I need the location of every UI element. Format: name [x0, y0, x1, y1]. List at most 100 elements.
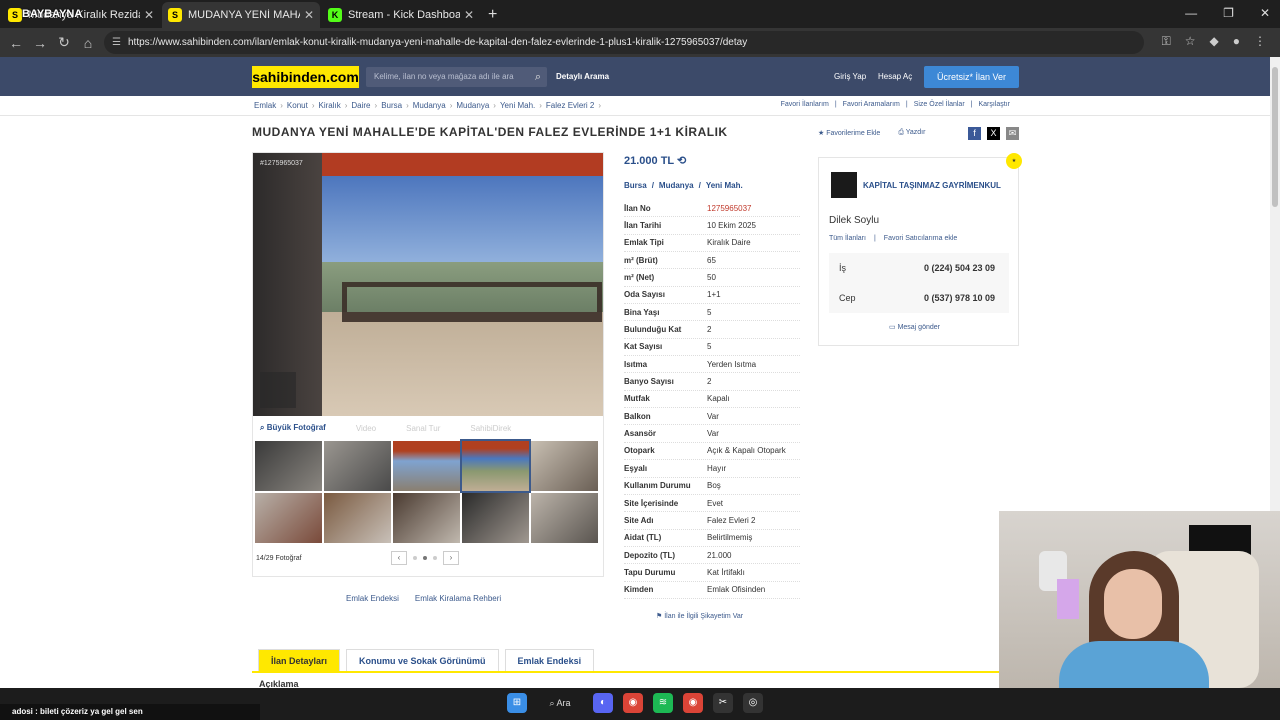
print-link[interactable]: ⎙ Yazdır	[898, 129, 925, 137]
thumbnail[interactable]	[531, 441, 598, 491]
scrollbar-thumb[interactable]	[1272, 67, 1278, 207]
real-estate-index-link[interactable]: Emlak Endeksi	[346, 594, 399, 603]
seller-brand[interactable]: KAPİTAL TAŞINMAZ GAYRİMENKUL	[831, 172, 1001, 198]
thumbnail[interactable]	[255, 441, 322, 491]
breadcrumb-item[interactable]: Bursa	[381, 101, 402, 110]
tab-real-estate-index[interactable]: Emlak Endeksi	[504, 649, 595, 671]
thumbnail[interactable]	[393, 441, 460, 491]
all-listings-link[interactable]: Tüm İlanları	[829, 235, 866, 242]
key-icon[interactable]: ⚿	[1162, 34, 1171, 49]
breadcrumb-item[interactable]: Mudanya	[413, 101, 446, 110]
add-favorite-link[interactable]: ★ Favorilerime Ekle	[818, 129, 880, 137]
tab-underline	[252, 671, 1002, 673]
bookmark-star-icon[interactable]: ☆	[1185, 34, 1196, 49]
rental-guide-link[interactable]: Emlak Kiralama Rehberi	[415, 594, 501, 603]
spec-value: Emlak Ofisinden	[707, 585, 766, 595]
spotify-icon[interactable]: ≋	[653, 693, 673, 713]
site-logo[interactable]: sahibinden.com	[252, 66, 359, 88]
photo-id-label: #1275965037	[260, 160, 303, 167]
site-info-icon[interactable]: ☰	[112, 31, 121, 54]
breadcrumb-item[interactable]: Daire	[351, 101, 370, 110]
menu-icon[interactable]: ⋮	[1254, 34, 1266, 49]
login-link[interactable]: Giriş Yap	[834, 72, 866, 81]
favorite-searches-link[interactable]: Favori Aramalarım	[843, 101, 900, 108]
special-listings-link[interactable]: Size Özel İlanlar	[914, 101, 965, 108]
reload-icon[interactable]: ↻	[52, 34, 76, 51]
discord-icon[interactable]: ◐	[593, 693, 613, 713]
search-icon[interactable]: ⌕	[535, 67, 541, 87]
tab-listing-details[interactable]: İlan Detayları	[258, 649, 341, 671]
chrome-active-icon[interactable]: ◉	[683, 693, 703, 713]
search-input[interactable]: Kelime, ilan no veya mağaza adı ile ara …	[366, 67, 547, 87]
large-photo-button[interactable]: ⌕ Büyük Fotoğraf	[260, 423, 326, 433]
spec-value: Açık & Kapalı Otopark	[707, 446, 786, 456]
spec-value: 50	[707, 273, 716, 283]
favorite-seller-link[interactable]: Favori Satıcılarıma ekle	[884, 235, 958, 242]
back-icon[interactable]: ←	[4, 35, 28, 51]
spec-row: Tapu Durumu Kat İrtifaklı	[624, 564, 800, 582]
chat-overlay: adosi : bileti çözeriz ya gel gel sen	[0, 704, 260, 720]
detailed-search-link[interactable]: Detaylı Arama	[556, 72, 609, 81]
thumbnail[interactable]	[462, 493, 529, 543]
breadcrumb-item[interactable]: Yeni Mah.	[500, 101, 535, 110]
thumbnail[interactable]	[324, 441, 391, 491]
x-icon[interactable]: X	[987, 127, 1000, 140]
description-heading: Açıklama	[259, 679, 299, 688]
favorite-listings-link[interactable]: Favori İlanlarım	[781, 101, 829, 108]
tab-location-street-view[interactable]: Konumu ve Sokak Görünümü	[346, 649, 499, 671]
close-window-icon[interactable]: ✕	[1260, 6, 1270, 20]
obs-icon[interactable]: ◎	[743, 693, 763, 713]
phone-number[interactable]: 0 (224) 504 23 09	[924, 263, 995, 273]
location-city[interactable]: Bursa	[624, 181, 647, 190]
url-field[interactable]: ☰ https://www.sahibinden.com/ilan/emlak-…	[104, 31, 1144, 54]
forward-icon[interactable]: →	[28, 35, 52, 51]
complaint-link[interactable]: ⚑ İlan ile İlgili Şikayetim Var	[656, 612, 743, 620]
close-tab-icon[interactable]: ✕	[464, 8, 474, 22]
home-icon[interactable]: ⌂	[76, 35, 100, 51]
location-neighborhood[interactable]: Yeni Mah.	[706, 181, 743, 190]
phone-label: Cep	[839, 293, 856, 303]
profile-icon[interactable]: ●	[1233, 34, 1240, 49]
phone-row-work: İş 0 (224) 504 23 09	[829, 253, 1009, 283]
spec-key: Banyo Sayısı	[624, 377, 674, 387]
breadcrumb-item[interactable]: Konut	[287, 101, 308, 110]
facebook-icon[interactable]: f	[968, 127, 981, 140]
send-message-link[interactable]: ▭ Mesaj gönder	[889, 323, 940, 331]
restore-icon[interactable]: ❐	[1223, 6, 1234, 20]
spec-row: Asansör Var	[624, 425, 800, 443]
windows-start-icon[interactable]: ⊞	[507, 693, 527, 713]
location-district[interactable]: Mudanya	[659, 181, 694, 190]
new-tab-icon[interactable]: +	[488, 6, 497, 24]
spec-row: Eşyalı Hayır	[624, 460, 800, 478]
browser-tab-3[interactable]: K Stream - Kick Dashboard ✕	[322, 2, 480, 28]
breadcrumb-item[interactable]: Mudanya	[456, 101, 489, 110]
thumbnail[interactable]	[255, 493, 322, 543]
thumbnail[interactable]	[393, 493, 460, 543]
main-photo[interactable]: #1275965037	[252, 152, 604, 416]
page-dot[interactable]	[433, 556, 437, 560]
next-photo-icon[interactable]: ›	[443, 551, 459, 565]
register-link[interactable]: Hesap Aç	[878, 72, 912, 81]
extension-icon[interactable]: ◆	[1210, 34, 1219, 49]
page-dot-active[interactable]	[423, 556, 427, 560]
prev-photo-icon[interactable]: ‹	[391, 551, 407, 565]
close-tab-icon[interactable]: ✕	[304, 8, 314, 22]
chrome-icon[interactable]: ◉	[623, 693, 643, 713]
browser-tab-2[interactable]: S MUDANYA YENİ MAHALLE'DE KAPİTAL ✕	[162, 2, 320, 28]
thumbnail[interactable]	[531, 493, 598, 543]
thumbnail-selected[interactable]	[460, 439, 531, 493]
thumbnail[interactable]	[324, 493, 391, 543]
taskbar-search[interactable]: ⌕ Ara	[537, 693, 583, 713]
price-history-icon[interactable]: ⟲	[677, 155, 686, 167]
close-tab-icon[interactable]: ✕	[144, 8, 154, 22]
breadcrumb-item[interactable]: Falez Evleri 2	[546, 101, 594, 110]
capcut-icon[interactable]: ✂	[713, 693, 733, 713]
page-dot[interactable]	[413, 556, 417, 560]
breadcrumb-item[interactable]: Emlak	[254, 101, 276, 110]
compare-link[interactable]: Karşılaştır	[978, 101, 1010, 108]
phone-number[interactable]: 0 (537) 978 10 09	[924, 293, 995, 303]
email-icon[interactable]: ✉	[1006, 127, 1019, 140]
post-ad-button[interactable]: Ücretsiz* İlan Ver	[924, 66, 1019, 88]
breadcrumb-item[interactable]: Kiralık	[318, 101, 340, 110]
minimize-icon[interactable]: —	[1185, 6, 1197, 20]
